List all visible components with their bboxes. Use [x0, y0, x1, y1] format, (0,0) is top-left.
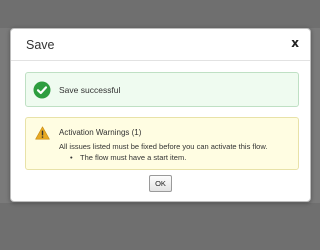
warning-message: Activation Warnings (1) All issues liste… [25, 117, 299, 170]
warning-list-item: The flow must have a start item. [80, 153, 187, 162]
warning-title: Activation Warnings (1) [59, 128, 142, 137]
warning-list: • The flow must have a start item. [70, 153, 186, 162]
modal-backdrop-top [0, 0, 320, 28]
modal-backdrop-bottom [0, 203, 320, 250]
close-button[interactable]: x [291, 37, 299, 49]
bullet: • [70, 153, 73, 162]
dialog-title: Save [26, 38, 55, 52]
save-dialog: Save x Save successful Activation Warnin… [10, 28, 311, 202]
warning-body: All issues listed must be fixed before y… [59, 142, 268, 151]
success-message: Save successful [25, 72, 299, 107]
ok-button[interactable]: OK [149, 175, 172, 192]
dialog-header: Save x [11, 29, 310, 61]
warning-triangle-icon [35, 126, 50, 140]
check-circle-icon [33, 81, 51, 99]
success-text: Save successful [59, 85, 121, 95]
